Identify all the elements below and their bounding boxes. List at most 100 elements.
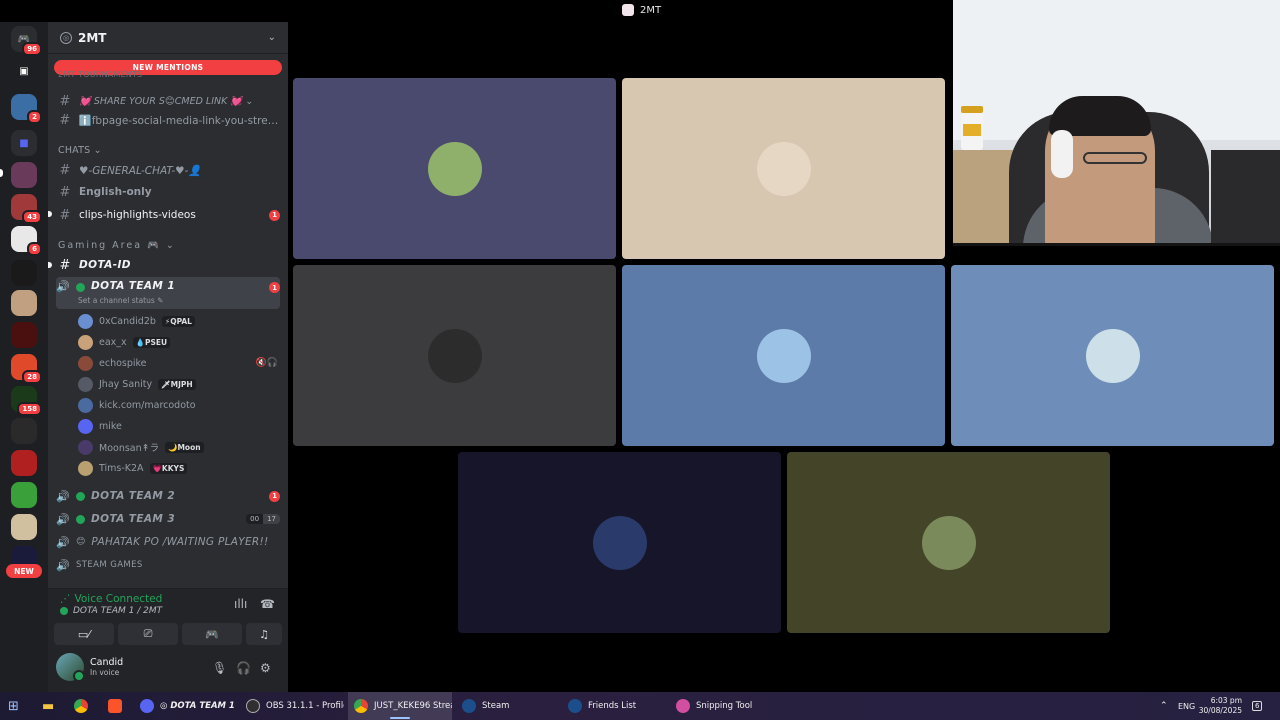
windows-start-icon[interactable]: ⊞	[8, 692, 19, 720]
channel-english-only[interactable]: # English-only	[56, 182, 280, 202]
voice-member[interactable]: 0xCandid2b ⚡QPAL	[78, 311, 278, 331]
webcam-glasses	[1083, 152, 1147, 164]
clock[interactable]: 6:03 pm 30/08/2025	[1199, 692, 1242, 720]
taskbar-snipping-tool[interactable]: Snipping Tool	[670, 692, 770, 720]
participant-tile[interactable]	[622, 265, 945, 446]
camera-button[interactable]: ▭⁄	[54, 623, 114, 645]
webcam-bar	[953, 243, 1280, 246]
clock-time: 6:03 pm	[1210, 696, 1242, 705]
microphone-icon[interactable]: 🎙	[212, 661, 227, 675]
hash-icon: #	[59, 112, 71, 128]
voice-member[interactable]: mike	[78, 416, 278, 436]
participant-avatar	[427, 328, 482, 383]
category-gaming-area[interactable]: Gaming Area 🎮 ⌄	[58, 240, 176, 251]
gear-icon[interactable]: ⚙	[260, 661, 271, 675]
server-icon-5[interactable]	[11, 290, 37, 316]
user-status: In voice	[90, 668, 120, 677]
voice-member[interactable]: Tims-K2A 💗KKYS	[78, 458, 278, 478]
participant-tile[interactable]	[293, 78, 616, 259]
taskbar-chrome-stream[interactable]: JUST_KEKE96 Strea...	[348, 692, 452, 720]
window-title: 2MT	[622, 4, 661, 16]
voice-member[interactable]: echospike 🔇🎧	[78, 353, 278, 373]
user-name: Candid	[90, 657, 124, 668]
voice-member[interactable]: Moonsan↟ラ 🌙Moon	[78, 437, 278, 457]
activity-button[interactable]: 🎮	[182, 623, 242, 645]
brave-icon[interactable]	[108, 692, 128, 720]
webcam-headphones	[1051, 130, 1073, 178]
voice-connected-status[interactable]: ⋰ Voice Connected	[60, 593, 162, 605]
chevron-up-icon[interactable]: ⌃	[1160, 692, 1168, 720]
voice-member[interactable]: Jhay Sanity 🗡MJPH	[78, 374, 278, 394]
server-icon-12[interactable]	[11, 514, 37, 540]
server-header[interactable]: ◎ 2MT ⌄	[48, 22, 288, 54]
voice-channel-pahatak-po[interactable]: 🔊 😊 PAHATAK PO /WAITING PLAYER!!	[56, 532, 280, 552]
participant-tile[interactable]	[458, 452, 781, 633]
taskbar-discord[interactable]: ◎ DOTA TEAM 1 | ...	[134, 692, 238, 720]
server-icon-11[interactable]	[11, 482, 37, 508]
server-icon-8[interactable]: 158	[11, 386, 42, 416]
participant-avatar	[592, 515, 647, 570]
steam-icon	[568, 699, 582, 713]
participant-tile[interactable]	[622, 78, 945, 259]
category-tournaments[interactable]: 2MT TOURNAMENTS	[58, 70, 142, 79]
voice-member[interactable]: kick.com/marcodoto	[78, 395, 278, 415]
gamepad-icon: 🎮	[205, 627, 219, 641]
hash-icon: #	[59, 93, 71, 109]
voice-channel-link[interactable]: DOTA TEAM 1 / 2MT	[60, 606, 162, 616]
chrome-icon[interactable]	[74, 692, 94, 720]
channel-clips-highlights[interactable]: # clips-highlights-videos 1	[56, 205, 280, 225]
channel-fbpage[interactable]: # ℹ️fbpage-social-media-link-you-strea..…	[56, 110, 280, 130]
folder-icon[interactable]: ■	[11, 130, 37, 156]
screen-share-button[interactable]: ⎚	[118, 623, 178, 645]
voice-panel: ⋰ Voice Connected DOTA TEAM 1 / 2MT ıllı…	[48, 588, 288, 692]
channel-status[interactable]: Set a channel status ✎	[78, 296, 163, 305]
notification-button[interactable]: 6	[1252, 692, 1263, 720]
disconnect-icon[interactable]: ☎	[260, 597, 275, 611]
user-area[interactable]: Candid In voice	[56, 653, 124, 682]
webcam-pc	[1211, 150, 1280, 246]
participant-tile[interactable]	[951, 265, 1274, 446]
server-icon-3[interactable]: 43	[11, 194, 42, 224]
headphones-icon[interactable]: 🎧	[236, 661, 251, 675]
hash-icon: #	[59, 207, 71, 223]
noise-suppression-icon[interactable]: ıllı	[234, 597, 247, 611]
dm-badge: 96	[22, 42, 42, 56]
webcam-jar	[961, 106, 983, 150]
channel-general-chat[interactable]: # ♥-GENERAL-CHAT-♥-👤	[56, 160, 280, 180]
participant-tile[interactable]	[787, 452, 1110, 633]
category-chats[interactable]: CHATS ⌄	[58, 145, 102, 156]
server-icon-4[interactable]	[11, 260, 37, 286]
server-icon-6[interactable]	[11, 322, 37, 348]
server-icon-9[interactable]	[11, 418, 37, 444]
chrome-icon	[354, 699, 368, 713]
hash-icon: #	[59, 184, 71, 200]
server-icon-1[interactable]: 2	[11, 94, 42, 124]
participant-tile[interactable]	[293, 265, 616, 446]
server-icon-2[interactable]	[11, 162, 37, 188]
voice-channel-steam-games[interactable]: 🔊 STEAM GAMES	[56, 555, 280, 575]
inbox-icon[interactable]: ▣	[11, 58, 37, 84]
server-icon-2mt[interactable]: 6	[11, 226, 42, 256]
voice-member[interactable]: eax_x 💧PSEU	[78, 332, 278, 352]
file-explorer-icon[interactable]: ▬	[42, 692, 54, 720]
voice-channel-dota-team-3[interactable]: 🔊 DOTA TEAM 3 00 17	[56, 509, 280, 529]
channel-share-link[interactable]: # 💓 SHARE YOUR S😊CMED LINK 💓 ⌄	[56, 91, 280, 111]
channel-dota-id[interactable]: # DOTA-ID	[56, 255, 280, 275]
taskbar-obs[interactable]: OBS 31.1.1 - Profile:...	[240, 692, 344, 720]
direct-messages-button[interactable]: 🎮 96	[11, 26, 42, 56]
notification-icon: 6	[1252, 701, 1263, 711]
language-indicator[interactable]: ENG	[1178, 692, 1195, 720]
webcam-overlay	[953, 0, 1280, 246]
avatar	[78, 397, 93, 413]
taskbar-steam[interactable]: Steam	[456, 692, 556, 720]
server-icon-7[interactable]: 28	[11, 354, 42, 384]
taskbar-friends-list[interactable]: Friends List	[562, 692, 662, 720]
server-icon-10[interactable]	[11, 450, 37, 476]
voice-channel-dota-team-2[interactable]: 🔊 DOTA TEAM 2 1	[56, 486, 280, 506]
status-dot	[76, 283, 85, 292]
new-servers-badge[interactable]: NEW	[6, 564, 42, 578]
soundboard-button[interactable]: ♫	[246, 623, 282, 645]
avatar	[56, 653, 85, 682]
server-tag-icon: ◎	[60, 31, 72, 44]
muted-deafened-icon: 🔇🎧	[255, 358, 278, 368]
